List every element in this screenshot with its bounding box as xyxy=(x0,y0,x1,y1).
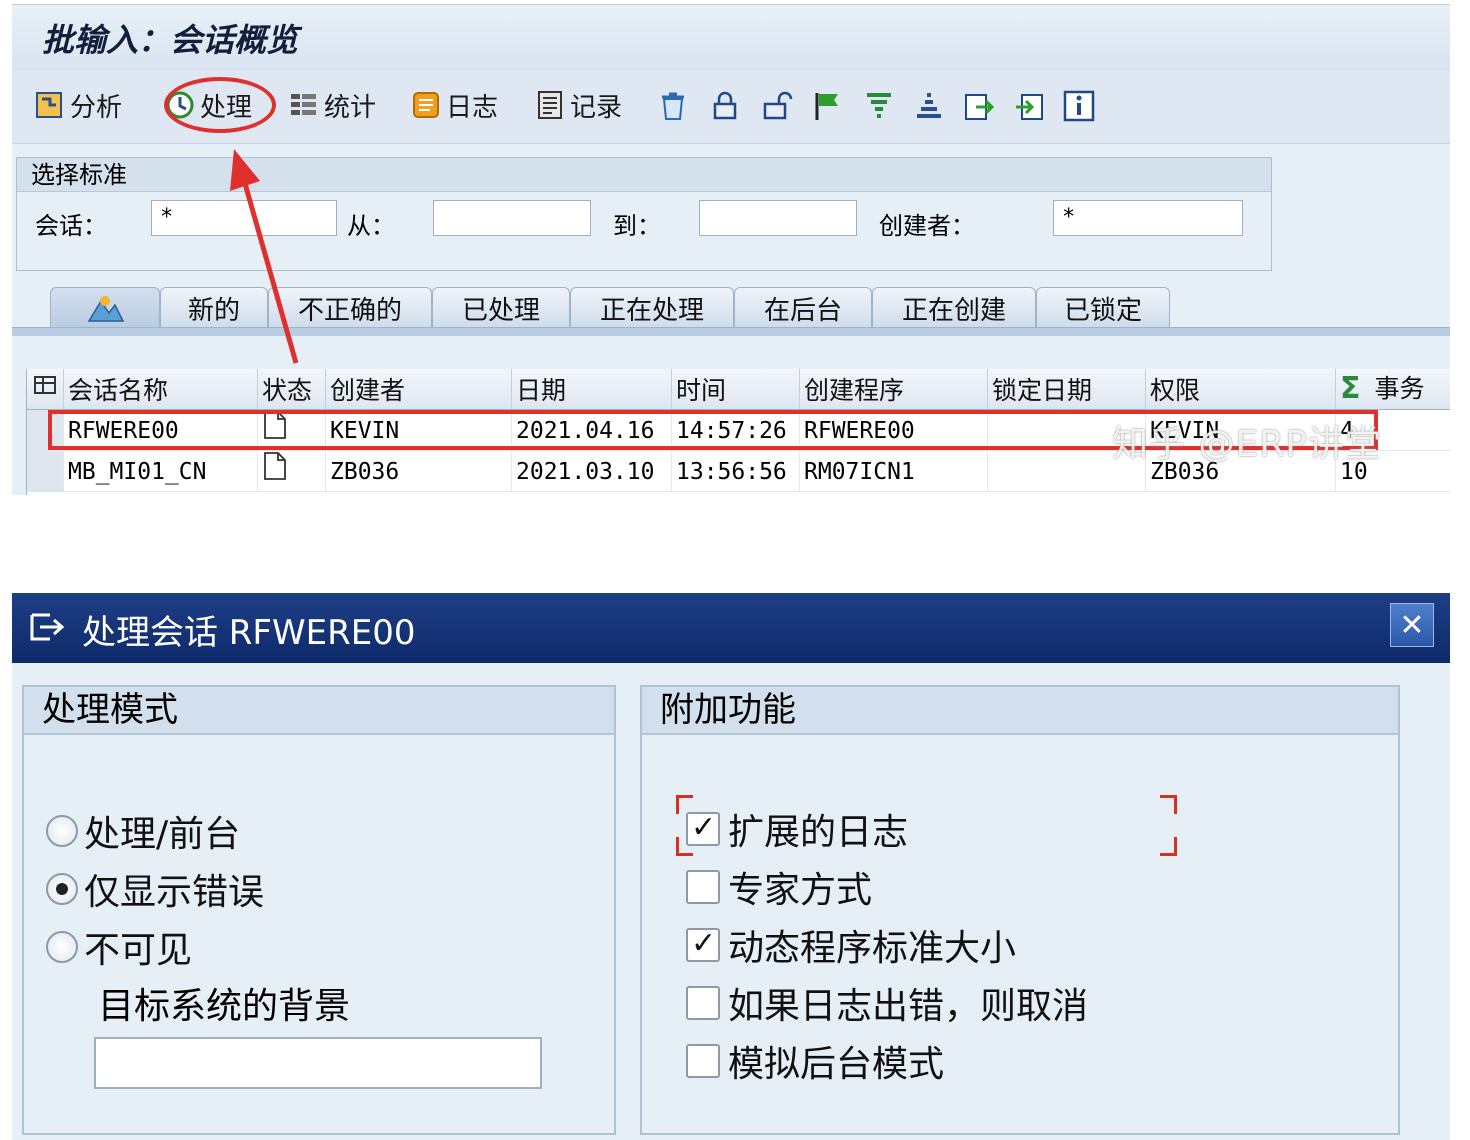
radio-display-errors-only[interactable]: 仅显示错误 xyxy=(46,863,264,915)
radio-label: 不可见 xyxy=(84,930,193,971)
dialog-window-icon xyxy=(30,613,65,641)
checkbox-cancel-on-log-error[interactable]: 如果日志出错，则取消 xyxy=(686,977,1088,1029)
close-button[interactable]: ✕ xyxy=(1390,603,1434,647)
checkbox[interactable] xyxy=(686,926,720,962)
additional-functions-group: 附加功能 扩展的日志 专家方式 动态程序标准大小 如果日志出错，则取消 模拟后台… xyxy=(640,685,1400,1135)
focus-frame xyxy=(1160,795,1177,814)
target-system-background-input[interactable] xyxy=(94,1037,542,1089)
processing-mode-group: 处理模式 处理/前台 仅显示错误 不可见 目标系统的背景 xyxy=(22,685,616,1135)
process-session-dialog: 处理会话 RFWERE00 ✕ 处理模式 处理/前台 仅显示错误 不可见 目标系… xyxy=(12,593,1450,1140)
checkbox-extended-log[interactable]: 扩展的日志 xyxy=(686,803,908,855)
batch-input-overview-screen: 批输入：会话概览 分析 处理 统计 日志 记录 选择标准 会话： * 从： 到：… xyxy=(12,4,1450,495)
dialog-title: 处理会话 RFWERE00 xyxy=(82,613,416,653)
processing-mode-title: 处理模式 xyxy=(24,687,614,735)
radio-button[interactable] xyxy=(46,873,78,905)
checkbox-label: 扩展的日志 xyxy=(728,812,909,853)
radio-button[interactable] xyxy=(46,931,78,963)
close-icon: ✕ xyxy=(1399,607,1425,643)
focus-frame xyxy=(1160,837,1177,856)
checkbox[interactable] xyxy=(686,986,720,1020)
radio-label: 仅显示错误 xyxy=(84,872,265,913)
target-system-background-label: 目标系统的背景 xyxy=(98,986,351,1027)
checkbox[interactable] xyxy=(686,870,720,904)
additional-functions-title: 附加功能 xyxy=(642,687,1398,735)
radio-button[interactable] xyxy=(46,815,78,847)
radio-invisible[interactable]: 不可见 xyxy=(46,921,192,973)
checkbox[interactable] xyxy=(686,810,720,846)
checkbox-dynpro-standard-size[interactable]: 动态程序标准大小 xyxy=(686,919,1016,971)
checkbox-label: 专家方式 xyxy=(728,870,873,911)
dialog-title-bar: 处理会话 RFWERE00 ✕ xyxy=(12,593,1450,663)
checkbox-label: 模拟后台模式 xyxy=(728,1044,945,1085)
annotation-arrow xyxy=(230,149,299,364)
checkbox-simulate-background[interactable]: 模拟后台模式 xyxy=(686,1035,944,1087)
radio-label: 处理/前台 xyxy=(84,814,241,855)
radio-process-foreground[interactable]: 处理/前台 xyxy=(46,805,240,857)
checkbox[interactable] xyxy=(686,1044,720,1078)
checkbox-label: 动态程序标准大小 xyxy=(728,928,1017,969)
checkbox-label: 如果日志出错，则取消 xyxy=(728,986,1089,1027)
checkbox-expert-mode[interactable]: 专家方式 xyxy=(686,861,872,913)
